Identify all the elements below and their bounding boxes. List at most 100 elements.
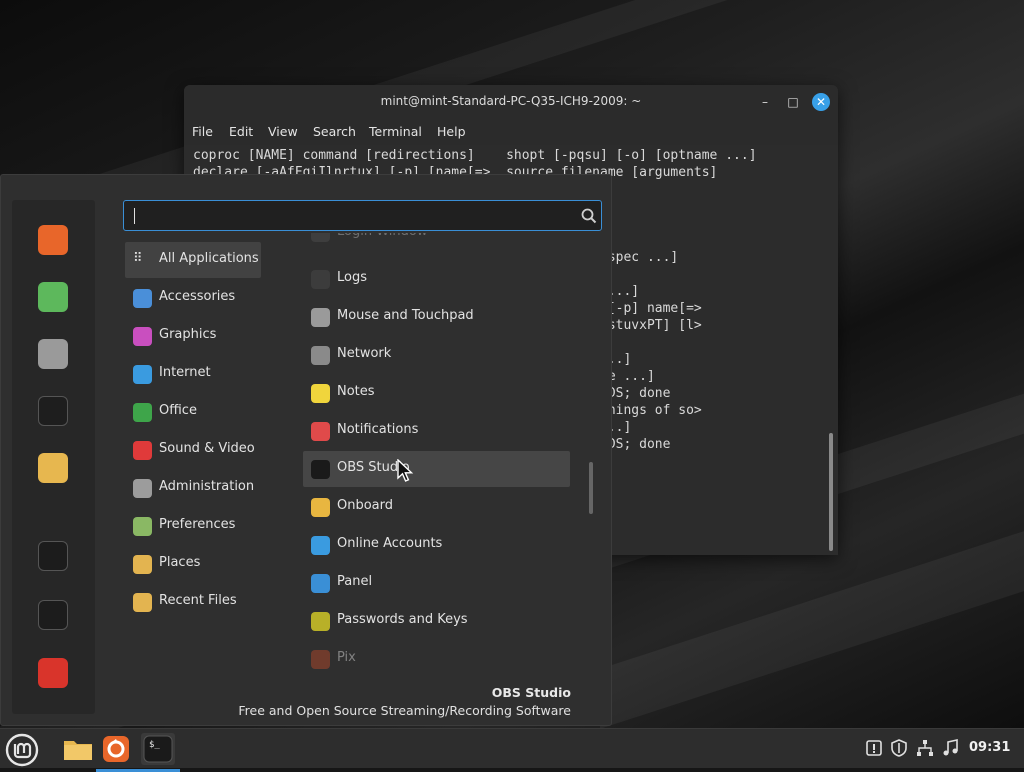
application-item[interactable]: Network <box>303 337 570 373</box>
pix-icon <box>311 650 330 669</box>
favorites-sidebar <box>12 200 95 714</box>
application-item[interactable]: Mouse and Touchpad <box>303 299 570 335</box>
app-description-text: Free and Open Source Streaming/Recording… <box>238 703 571 718</box>
terminal-icon: $_ <box>143 735 173 763</box>
category-item[interactable]: Sound & Video <box>125 432 261 468</box>
search-input[interactable] <box>123 200 602 231</box>
cloud-icon <box>133 365 152 384</box>
key-icon <box>311 612 330 631</box>
application-label: Logs <box>337 270 367 285</box>
application-label: Login Window <box>337 233 427 239</box>
mouse-pointer-icon <box>397 459 414 482</box>
play-icon <box>133 441 152 460</box>
category-item[interactable]: ⠿ All Applications <box>125 242 261 278</box>
category-label: Administration <box>159 479 255 494</box>
lock-icon[interactable] <box>38 541 68 571</box>
app-description-title: OBS Studio <box>491 685 571 700</box>
application-label: Online Accounts <box>337 536 443 551</box>
firefox-icon <box>103 736 129 762</box>
category-item[interactable]: Internet <box>125 356 261 392</box>
category-item[interactable]: Recent Files <box>125 584 261 620</box>
application-item[interactable]: Notifications <box>303 413 570 449</box>
application-label: Passwords and Keys <box>337 612 468 627</box>
terminal-titlebar[interactable]: mint@mint-Standard-PC-Q35-ICH9-2009: ~ –… <box>184 85 838 119</box>
notes-icon <box>311 384 330 403</box>
minimize-button[interactable]: – <box>756 93 774 111</box>
category-item[interactable]: Preferences <box>125 508 261 544</box>
magnifier-icon <box>311 270 330 289</box>
menu-file[interactable]: File <box>192 124 213 139</box>
application-label: Mouse and Touchpad <box>337 308 474 323</box>
application-label: Network <box>337 346 392 361</box>
bell-icon <box>311 422 330 441</box>
close-button[interactable]: ✕ <box>812 93 830 111</box>
category-label: Internet <box>159 365 211 380</box>
application-item[interactable]: Pix <box>303 641 570 677</box>
application-item[interactable]: Login Window <box>303 233 570 251</box>
application-item[interactable]: Notes <box>303 375 570 411</box>
network-icon[interactable] <box>916 739 934 757</box>
menu-terminal[interactable]: Terminal <box>369 124 422 139</box>
admin-icon <box>133 479 152 498</box>
files-icon[interactable] <box>38 453 68 483</box>
mint-menu-button[interactable] <box>5 733 39 767</box>
application-label: Notifications <box>337 422 419 437</box>
category-label: All Applications <box>159 251 259 266</box>
logout-icon[interactable] <box>38 600 68 630</box>
application-item[interactable]: Online Accounts <box>303 527 570 563</box>
software-manager-icon[interactable] <box>38 282 68 312</box>
menu-search[interactable]: Search <box>313 124 356 139</box>
shield-icon[interactable] <box>890 739 908 757</box>
menu-edit[interactable]: Edit <box>229 124 253 139</box>
menu-help[interactable]: Help <box>437 124 466 139</box>
application-item[interactable]: Panel <box>303 565 570 601</box>
maximize-button[interactable]: □ <box>784 93 802 111</box>
terminal-title: mint@mint-Standard-PC-Q35-ICH9-2009: ~ <box>380 94 642 108</box>
application-item[interactable]: Logs <box>303 261 570 297</box>
application-item[interactable]: Passwords and Keys <box>303 603 570 639</box>
category-item[interactable]: Accessories <box>125 280 261 316</box>
terminal-taskbar-button[interactable]: $_ <box>141 733 175 765</box>
category-item[interactable]: Office <box>125 394 261 430</box>
shutdown-icon[interactable] <box>38 658 68 688</box>
menu-view[interactable]: View <box>268 124 298 139</box>
category-label: Office <box>159 403 197 418</box>
application-item[interactable]: OBS Studio <box>303 451 570 487</box>
category-item[interactable]: Administration <box>125 470 261 506</box>
toggle-icon <box>133 517 152 536</box>
application-label: Notes <box>337 384 375 399</box>
settings-icon[interactable] <box>38 339 68 369</box>
category-label: Sound & Video <box>159 441 255 456</box>
category-label: Graphics <box>159 327 217 342</box>
firefox-icon[interactable] <box>38 225 68 255</box>
category-item[interactable]: Places <box>125 546 261 582</box>
update-manager-icon[interactable] <box>865 739 883 757</box>
cloud-icon <box>311 536 330 555</box>
terminal-icon[interactable] <box>38 396 68 426</box>
recent-folder-icon <box>133 593 152 612</box>
taskbar: $_ 09:31 <box>0 728 1024 772</box>
terminal-menubar: File Edit View Search Terminal Help <box>184 119 838 145</box>
category-label: Recent Files <box>159 593 237 608</box>
category-item[interactable]: Graphics <box>125 318 261 354</box>
application-list-scrollbar[interactable] <box>589 462 593 514</box>
firefox-taskbar-button[interactable] <box>100 733 132 765</box>
files-taskbar-button[interactable] <box>62 733 94 765</box>
clock[interactable]: 09:31 <box>969 740 1010 755</box>
office-icon <box>133 403 152 422</box>
application-menu: ⠿ All Applications Accessories Graphics Inte… <box>0 174 612 726</box>
terminal-scrollbar[interactable] <box>829 433 833 551</box>
linux-mint-logo-icon <box>5 733 39 767</box>
category-label: Preferences <box>159 517 236 532</box>
graphics-icon <box>133 327 152 346</box>
svg-text:$_: $_ <box>149 740 160 750</box>
sound-icon[interactable] <box>942 739 960 757</box>
application-item[interactable]: Onboard <box>303 489 570 525</box>
application-label: Pix <box>337 650 356 665</box>
scissors-icon <box>133 289 152 308</box>
onboard-icon <box>311 498 330 517</box>
text-caret <box>134 208 135 224</box>
category-label: Accessories <box>159 289 236 304</box>
obs-icon <box>311 460 330 479</box>
login-icon <box>311 233 330 242</box>
